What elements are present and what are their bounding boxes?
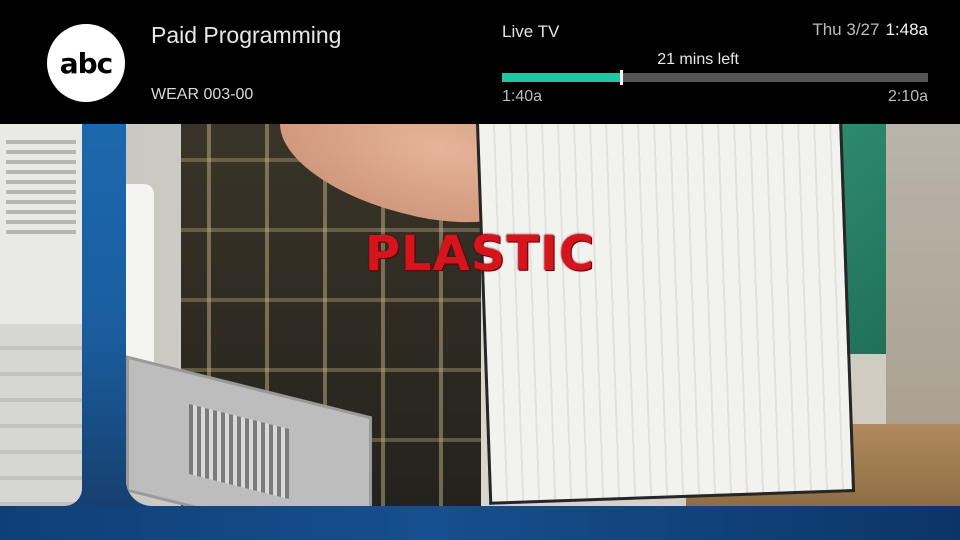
current-date: Thu 3/27 bbox=[812, 20, 880, 39]
program-progress-bar bbox=[502, 70, 928, 85]
program-end-time: 2:10a bbox=[887, 88, 928, 105]
clock: Thu 3/27 1:48a bbox=[812, 20, 928, 40]
progress-fill bbox=[502, 73, 621, 82]
hepa-filter bbox=[476, 124, 856, 505]
video-caption: PLASTIC bbox=[364, 226, 596, 282]
grille-slots bbox=[189, 404, 289, 499]
product-vent bbox=[0, 324, 82, 506]
progress-marker bbox=[620, 70, 623, 85]
video-bottom-band bbox=[0, 506, 960, 540]
video-left-panel bbox=[0, 124, 82, 506]
abc-logo: abc bbox=[47, 24, 125, 102]
time-remaining: 21 mins left bbox=[657, 51, 739, 68]
program-info-bar: abc Paid Programming WEAR 003-00 Live TV… bbox=[0, 0, 960, 124]
channel-label: WEAR 003-00 bbox=[151, 86, 254, 103]
product-label bbox=[6, 134, 76, 240]
program-start-time: 1:40a bbox=[502, 88, 543, 105]
current-time: 1:48a bbox=[885, 20, 928, 39]
live-tv-label: Live TV bbox=[502, 22, 560, 41]
program-title: Paid Programming bbox=[151, 22, 342, 48]
video-scene bbox=[126, 124, 960, 506]
